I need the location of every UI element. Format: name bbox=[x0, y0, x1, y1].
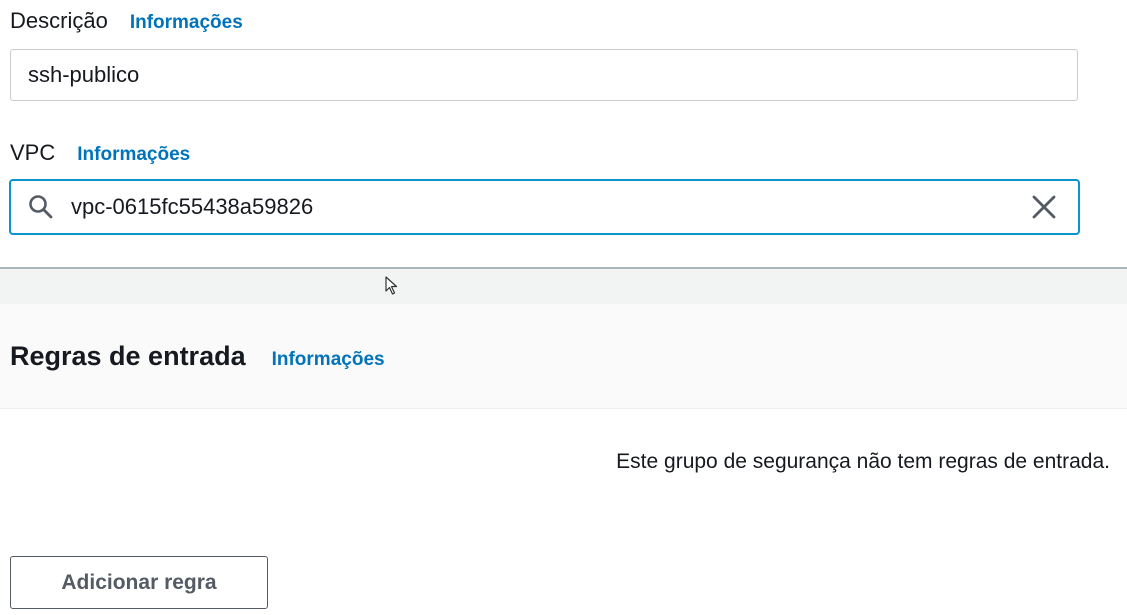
inbound-rules-info-link[interactable]: Informações bbox=[272, 349, 385, 371]
inbound-rules-title: Regras de entrada bbox=[10, 341, 246, 371]
description-info-link[interactable]: Informações bbox=[130, 12, 243, 34]
description-label-row: Descrição Informações bbox=[10, 8, 243, 34]
search-icon bbox=[29, 195, 53, 219]
inbound-rules-title-row: Regras de entrada Informações bbox=[10, 341, 385, 372]
description-label: Descrição bbox=[10, 8, 108, 33]
close-icon[interactable] bbox=[1030, 193, 1058, 221]
security-group-form: Descrição Informações VPC Informações Re… bbox=[0, 0, 1127, 615]
description-input[interactable] bbox=[10, 49, 1078, 101]
add-rule-button[interactable]: Adicionar regra bbox=[10, 556, 268, 609]
vpc-label: VPC bbox=[10, 140, 56, 165]
vpc-input[interactable] bbox=[55, 181, 1030, 233]
empty-rules-message: Este grupo de segurança não tem regras d… bbox=[616, 450, 1110, 473]
section-divider bbox=[0, 267, 1127, 304]
vpc-label-row: VPC Informações bbox=[10, 140, 190, 166]
vpc-info-link[interactable]: Informações bbox=[77, 144, 190, 166]
vpc-search-field bbox=[9, 179, 1080, 235]
mouse-pointer-icon bbox=[385, 276, 398, 295]
